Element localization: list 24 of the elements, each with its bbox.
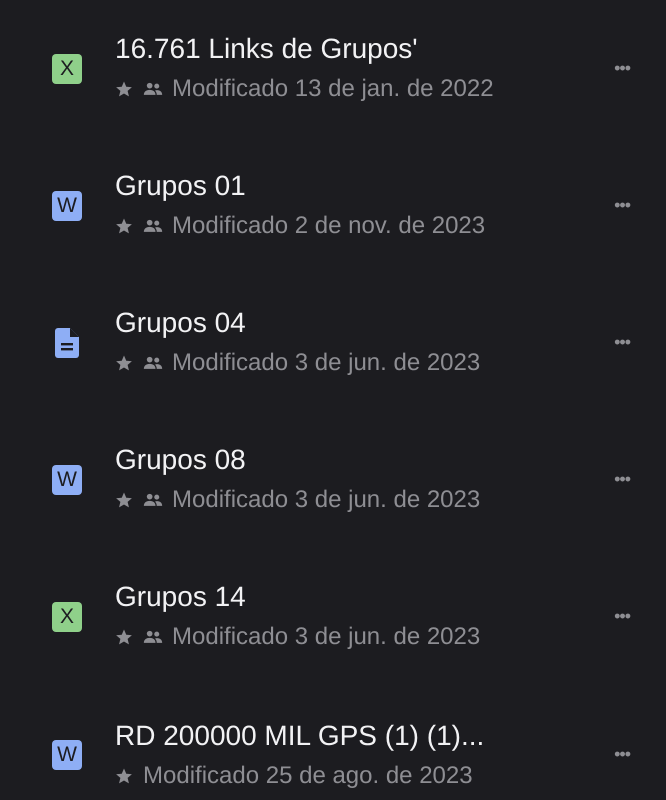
more-button[interactable]: ••• <box>614 469 630 490</box>
modified-date: Modificado 3 de jun. de 2023 <box>172 486 480 514</box>
modified-date: Modificado 25 de ago. de 2023 <box>143 762 473 790</box>
modified-date: Modificado 3 de jun. de 2023 <box>172 348 480 376</box>
spreadsheet-icon: X <box>52 602 82 632</box>
spreadsheet-icon: X <box>52 54 82 84</box>
modified-date: Modificado 2 de nov. de 2023 <box>172 212 486 240</box>
word-document-icon: W <box>52 740 82 770</box>
document-icon <box>55 328 79 358</box>
word-document-icon: W <box>52 464 82 494</box>
file-name: RD 200000 MIL GPS (1) (1)... <box>115 720 486 752</box>
more-button[interactable]: ••• <box>614 58 630 79</box>
word-document-icon: W <box>52 190 82 220</box>
modified-date: Modificado 13 de jan. de 2022 <box>172 74 494 102</box>
modified-date: Modificado 3 de jun. de 2023 <box>172 622 480 650</box>
file-name: Grupos 01 <box>115 170 247 202</box>
file-name: Grupos 14 <box>115 580 247 612</box>
more-button[interactable]: ••• <box>614 195 630 216</box>
file-name: 16.761 Links de Grupos' <box>115 32 419 64</box>
more-button[interactable]: ••• <box>614 332 630 353</box>
more-button[interactable]: ••• <box>614 606 630 627</box>
more-button[interactable]: ••• <box>614 744 630 765</box>
file-name: Grupos 04 <box>115 306 247 338</box>
file-name: Grupos 08 <box>115 444 247 476</box>
